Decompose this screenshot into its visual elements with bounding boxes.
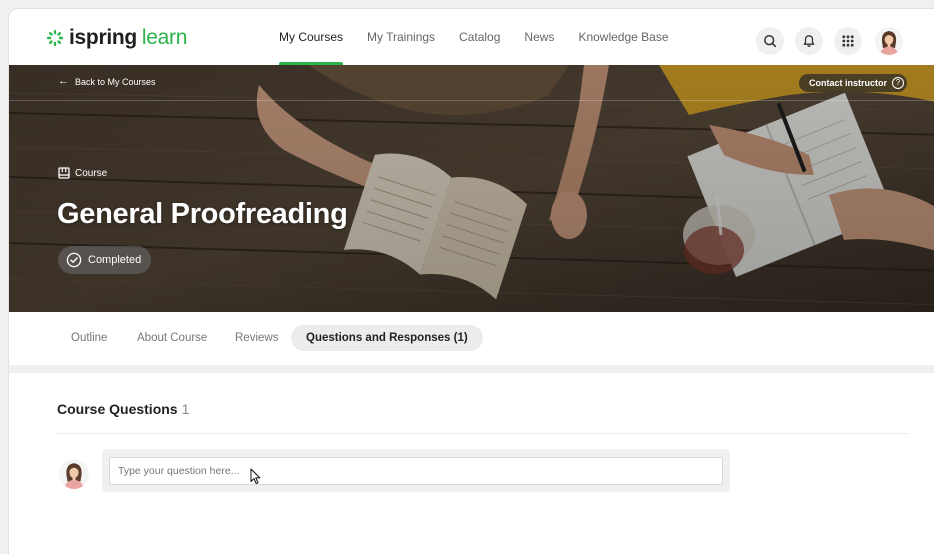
user-avatar[interactable] [875,27,903,55]
arrow-left-icon: ← [58,75,69,87]
course-title: General Proofreading [57,198,348,230]
hero-background-image [9,65,934,312]
apps-button[interactable] [834,27,862,55]
nav-catalog[interactable]: Catalog [459,9,500,65]
app-window: ispring learn My Courses My Trainings Ca… [8,8,934,554]
check-circle-icon [66,252,82,268]
mouse-cursor-icon [250,468,261,485]
course-hero-banner: ← Back to My Courses Contact instructor … [9,65,934,312]
nav-news[interactable]: News [524,9,554,65]
logo-text-learn: learn [141,26,188,49]
back-to-my-courses-link[interactable]: ← Back to My Courses [58,76,156,87]
current-user-avatar [59,459,89,489]
course-tabs: Outline About Course Reviews Questions a… [9,312,934,365]
tab-outline[interactable]: Outline [71,325,107,351]
course-book-icon [58,167,70,179]
tab-questions-and-responses[interactable]: Questions and Responses (1) [291,325,483,351]
logo-text-ispring: ispring [69,26,137,49]
question-input[interactable] [109,457,723,485]
ispring-learn-logo[interactable]: ispring learn [47,27,187,48]
course-questions-heading: Course Questions 1 [57,401,189,417]
tab-about-course[interactable]: About Course [137,325,207,351]
logo-icon [47,29,63,46]
completed-status-badge: Completed [58,246,152,274]
questions-heading-text: Course Questions [57,401,178,417]
nav-my-trainings[interactable]: My Trainings [367,9,435,65]
apps-grid-icon [842,35,854,47]
contact-instructor-label: Contact instructor [809,78,888,88]
questions-divider [57,433,909,434]
contact-instructor-button[interactable]: Contact instructor ? [799,74,908,92]
help-icon: ? [892,77,905,89]
top-navigation-bar: ispring learn My Courses My Trainings Ca… [9,9,934,65]
bell-icon [803,35,815,47]
notifications-button[interactable] [795,27,823,55]
hero-divider [9,100,934,101]
question-input-container [102,449,730,492]
tab-reviews[interactable]: Reviews [235,325,278,351]
back-link-label: Back to My Courses [75,76,156,87]
section-separator [9,365,934,373]
course-type-text: Course [75,167,108,179]
search-icon [764,35,777,48]
content-type-label: Course [58,167,107,179]
questions-count: 1 [181,401,190,417]
main-nav: My Courses My Trainings Catalog News Kno… [279,9,693,65]
nav-knowledge-base[interactable]: Knowledge Base [578,9,668,65]
status-text: Completed [88,254,142,266]
nav-my-courses[interactable]: My Courses [279,9,344,65]
search-button[interactable] [756,27,784,55]
